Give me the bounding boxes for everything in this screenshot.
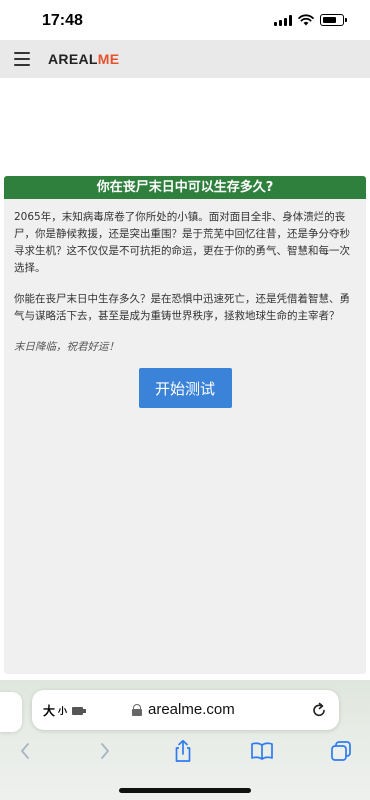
hamburger-menu-icon[interactable] — [14, 52, 30, 66]
quiz-wish: 末日降临，祝君好运！ — [14, 341, 119, 353]
status-bar: 17:48 — [0, 0, 370, 40]
signal-icon — [274, 14, 292, 26]
tabs-icon[interactable] — [328, 738, 354, 764]
site-logo[interactable]: AREALME — [48, 51, 119, 67]
site-header: AREALME — [0, 40, 370, 78]
text-size-large-label: 大 — [43, 704, 56, 718]
browser-toolbar — [0, 738, 370, 768]
url-display[interactable]: arealme.com — [132, 701, 235, 718]
wifi-icon — [298, 14, 314, 26]
browser-bottom-bar: 大小 arealme.com — [0, 680, 370, 800]
status-time: 17:48 — [42, 12, 83, 29]
forward-icon[interactable] — [92, 738, 118, 764]
url-text: arealme.com — [148, 701, 235, 718]
quiz-body: 2065年，末知病毒席卷了你所处的小镇。面对面目全非、身体溃烂的丧尸，你是静候救… — [4, 199, 366, 408]
status-icons — [274, 14, 347, 26]
quiz-card: 你在丧尸末日中可以生存多久? 2065年，末知病毒席卷了你所处的小镇。面对面目全… — [4, 176, 366, 674]
quiz-title: 你在丧尸末日中可以生存多久? — [4, 176, 366, 199]
bookmarks-icon[interactable] — [249, 738, 275, 764]
previous-tab-edge[interactable] — [0, 692, 22, 732]
logo-text-areal: AREAL — [48, 51, 98, 67]
logo-text-me: ME — [97, 51, 120, 67]
start-test-button[interactable]: 开始测试 — [138, 368, 232, 408]
reload-icon[interactable] — [309, 700, 329, 720]
quiz-intro: 2065年，末知病毒席卷了你所处的小镇。面对面目全非、身体溃烂的丧尸，你是静候救… — [14, 211, 350, 274]
text-size-button[interactable]: 大小 — [43, 702, 87, 719]
back-icon[interactable] — [12, 738, 38, 764]
quiz-question: 你能在丧尸末日中生存多久？是在恐惧中迅速死亡，还是凭借着智慧、勇气与谋略活下去，… — [14, 293, 350, 322]
text-size-small-label: 小 — [58, 707, 68, 717]
share-icon[interactable] — [170, 738, 196, 764]
extension-icon — [72, 706, 87, 715]
battery-icon — [320, 14, 347, 26]
home-indicator — [119, 788, 251, 793]
address-bar[interactable]: 大小 arealme.com — [32, 690, 339, 730]
lock-icon — [132, 703, 142, 716]
